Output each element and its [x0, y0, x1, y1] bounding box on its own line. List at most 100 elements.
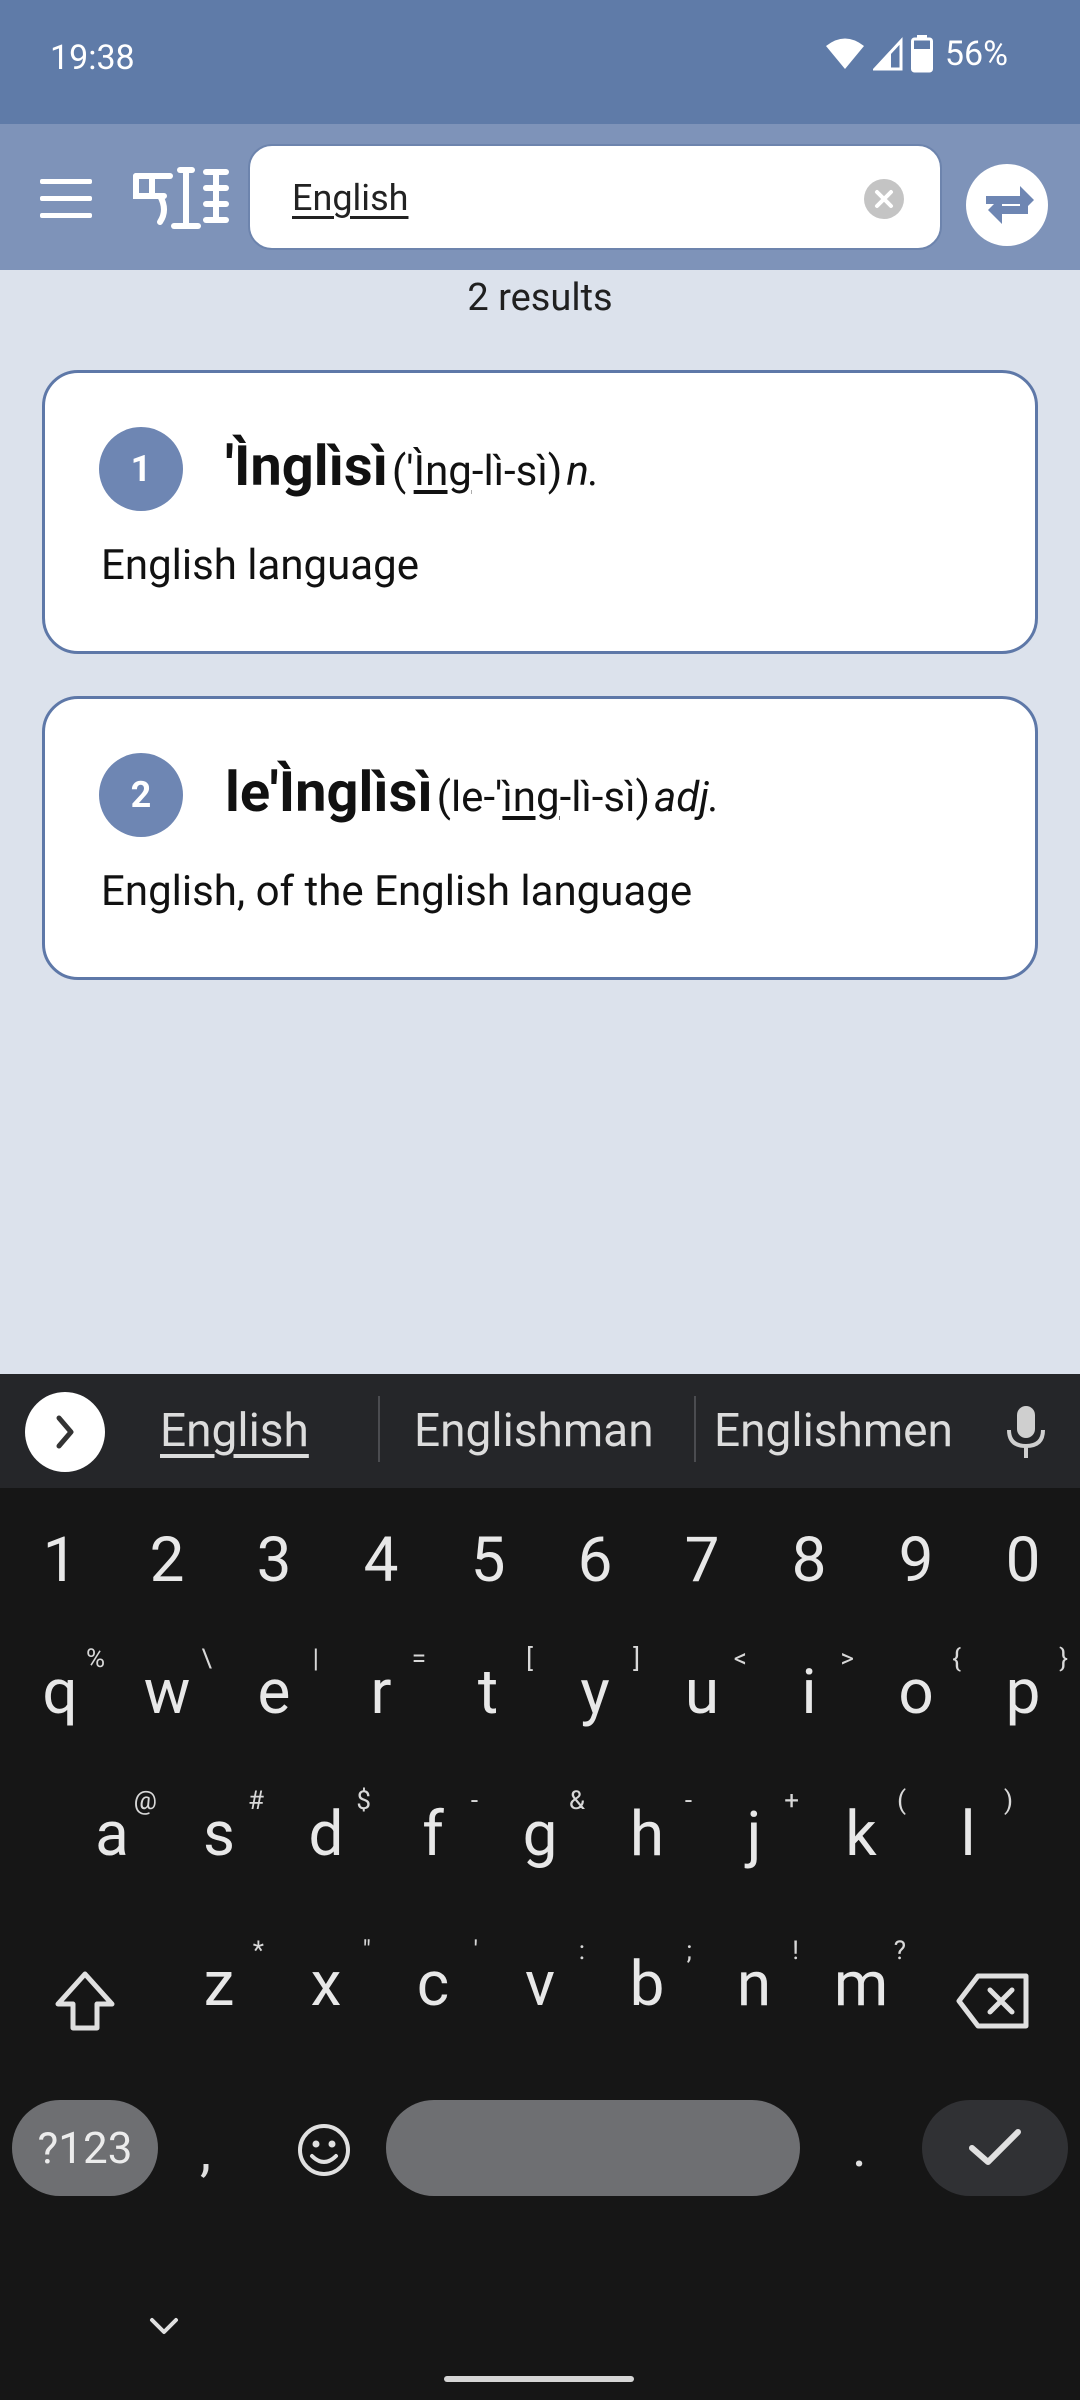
navigation-handle[interactable]	[444, 2376, 634, 2382]
key[interactable]: x "	[283, 1936, 371, 2021]
key-hint: '	[473, 1936, 478, 1966]
key[interactable]: z *	[176, 1936, 264, 2021]
result-number: 2	[99, 753, 183, 837]
comma-key[interactable]: ,	[200, 2118, 211, 2184]
key[interactable]: b;	[604, 1936, 692, 2021]
key[interactable]: 2	[124, 1524, 210, 1597]
key-hint: >	[840, 1644, 854, 1674]
key-label: m	[833, 1948, 889, 2021]
enter-key[interactable]	[922, 2100, 1068, 2196]
key[interactable]: s #	[176, 1786, 264, 1871]
clear-search-icon[interactable]	[864, 179, 904, 219]
key[interactable]: m?	[818, 1936, 906, 2021]
key[interactable]: h-	[604, 1786, 692, 1871]
pronunciation: ('Ìng-lì-sì)	[391, 447, 563, 496]
app-logo-icon	[133, 167, 229, 229]
app-bar: English	[0, 124, 1080, 270]
key[interactable]: d $	[283, 1786, 371, 1871]
cell-signal-icon	[872, 37, 903, 71]
divider	[378, 1396, 380, 1462]
wifi-icon	[825, 38, 864, 69]
key[interactable]: i >	[766, 1644, 854, 1729]
key[interactable]: a @	[69, 1786, 157, 1871]
key[interactable]: c '	[390, 1936, 478, 2021]
key[interactable]: 5	[445, 1524, 531, 1597]
key[interactable]: k(	[818, 1786, 906, 1871]
key-label: i	[801, 1656, 817, 1729]
period-key[interactable]: .	[852, 2114, 867, 2180]
key-label: s	[203, 1798, 235, 1871]
key[interactable]: r =	[338, 1644, 426, 1729]
key-label: d	[308, 1798, 344, 1871]
key-label: w	[143, 1656, 191, 1729]
expand-toolbar-button[interactable]	[25, 1392, 105, 1472]
key[interactable]: q%	[17, 1644, 105, 1729]
key[interactable]: 3	[231, 1524, 317, 1597]
suggestion-1[interactable]: English	[160, 1404, 309, 1458]
key-label: e	[257, 1656, 291, 1729]
key-hint: +	[784, 1786, 799, 1816]
key[interactable]: n!	[711, 1936, 799, 2021]
key[interactable]: l)	[925, 1786, 1013, 1871]
result-card[interactable]: 2 le'Ìnglìsì (le-'ìng-lì-sì) adj. Englis…	[42, 696, 1038, 980]
key-label: a	[95, 1798, 129, 1871]
key-label: o	[898, 1656, 934, 1729]
key[interactable]: o{	[873, 1644, 961, 1729]
space-key[interactable]	[386, 2100, 800, 2196]
key-label: 3	[256, 1524, 292, 1597]
backspace-key[interactable]	[956, 1972, 1030, 2030]
key[interactable]: v:	[497, 1936, 585, 2021]
key-label: c	[416, 1948, 450, 2021]
menu-icon[interactable]	[40, 179, 92, 219]
key[interactable]: f-	[390, 1786, 478, 1871]
key[interactable]: 0	[980, 1524, 1066, 1597]
checkmark-icon	[969, 2129, 1021, 2165]
hide-keyboard-icon[interactable]	[142, 2312, 186, 2342]
key-hint: ]	[633, 1644, 640, 1674]
key[interactable]: u <	[659, 1644, 747, 1729]
suggestion-2[interactable]: Englishman	[414, 1404, 654, 1458]
microphone-icon[interactable]	[1002, 1404, 1050, 1460]
key[interactable]: e |	[231, 1644, 319, 1729]
definition: English, of the English language	[101, 867, 693, 916]
shift-key[interactable]	[50, 1966, 120, 2036]
key-label: v	[524, 1948, 556, 2021]
key-label: g	[522, 1798, 558, 1871]
key-label: u	[684, 1656, 720, 1729]
key[interactable]: j +	[711, 1786, 799, 1871]
key-hint: *	[252, 1936, 264, 1966]
symbols-key[interactable]: ?123	[12, 2100, 158, 2196]
key[interactable]: p}	[980, 1644, 1068, 1729]
key[interactable]: 8	[766, 1524, 852, 1597]
key[interactable]: 6	[552, 1524, 638, 1597]
key[interactable]: 7	[659, 1524, 745, 1597]
key[interactable]: t[	[445, 1644, 533, 1729]
key-label: x	[310, 1948, 342, 2021]
key[interactable]: y]	[552, 1644, 640, 1729]
search-input[interactable]: English	[292, 177, 408, 219]
emoji-key[interactable]	[296, 2122, 352, 2178]
suggestion-3[interactable]: Englishmen	[714, 1404, 953, 1458]
result-card[interactable]: 1 'Ìnglìsì ('Ìng-lì-sì) n. English langu…	[42, 370, 1038, 654]
key-label: 6	[577, 1524, 613, 1597]
key-label: h	[629, 1798, 665, 1871]
key-label: 7	[684, 1524, 720, 1597]
key[interactable]: 9	[873, 1524, 959, 1597]
key-label: 0	[1005, 1524, 1041, 1597]
key[interactable]: g &	[497, 1786, 585, 1871]
result-heading: le'Ìnglìsì (le-'ìng-lì-sì) adj.	[225, 759, 720, 825]
key[interactable]: 1	[17, 1524, 103, 1597]
key[interactable]: w \	[124, 1644, 212, 1729]
key-hint: =	[411, 1644, 426, 1674]
results-count: 2 results	[467, 276, 613, 320]
key-label: f	[422, 1798, 444, 1871]
search-field[interactable]: English	[248, 144, 942, 250]
swap-language-button[interactable]	[966, 164, 1048, 246]
key[interactable]: 4	[338, 1524, 424, 1597]
key-label: t	[477, 1656, 499, 1729]
key-hint: \	[201, 1644, 212, 1674]
key-label: 1	[42, 1524, 78, 1597]
key-label: q	[42, 1656, 78, 1729]
key-hint: -	[684, 1786, 692, 1816]
battery-icon	[910, 35, 933, 73]
